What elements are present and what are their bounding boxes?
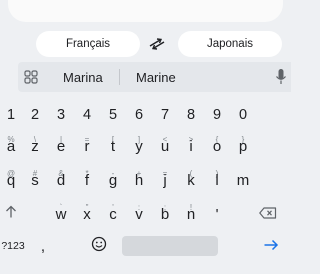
key-y[interactable]: ] y [126,131,152,161]
key-5[interactable]: 5 [100,100,126,130]
key-1[interactable]: 1 [0,100,22,130]
mic-icon[interactable] [275,68,287,86]
source-language-button[interactable]: Français [36,31,140,57]
key-u[interactable]: < u [152,131,178,161]
enter-arrow-icon [263,238,279,255]
key-q[interactable]: @ q [0,165,22,195]
key-r[interactable]: = r [74,131,100,161]
suggestion-divider [119,69,120,85]
key-7[interactable]: 7 [152,100,178,130]
key-a[interactable]: % a [0,131,22,161]
key-d[interactable]: & d [48,165,74,195]
key-c[interactable]: ' c [100,199,126,229]
key-3[interactable]: 3 [48,100,74,130]
key-p[interactable]: } p [230,131,256,161]
translate-panel: Français Japonais [0,0,291,60]
swap-arrows-icon[interactable] [146,33,168,55]
key-b[interactable]: ; b [152,199,178,229]
key-z[interactable]: \ z [22,131,48,161]
suggestion-1[interactable]: Marina [63,70,103,85]
emoji-icon [91,236,107,256]
key-apostrophe[interactable]: ' [204,199,230,229]
backspace-key[interactable] [248,199,288,229]
key-k[interactable]: (k [178,165,204,195]
key-2[interactable]: 2 [22,100,48,130]
key-l[interactable]: ) l [204,165,230,195]
key-i[interactable]: > i [178,131,204,161]
suggestion-2[interactable]: Marine [136,70,176,85]
symbols-key[interactable]: ?123 [0,231,26,261]
key-w[interactable]: ` w [48,199,74,229]
emoji-key[interactable] [86,231,112,261]
key-e[interactable]: | e [48,131,74,161]
grid-menu-icon[interactable] [24,70,38,84]
letter-row-1: % a \ z | e = r [t ] y < u > i {o } p [0,131,291,161]
letter-row-2: @ q # s & d * f -g + h = j (k ) l m [0,165,291,195]
key-t[interactable]: [t [100,131,126,161]
space-bar[interactable] [122,236,218,256]
letter-row-3: ` w " x ' c :v ; b ! n ' [0,199,291,229]
key-o[interactable]: {o [204,131,230,161]
key-8[interactable]: 8 [178,100,204,130]
key-6[interactable]: 6 [126,100,152,130]
key-v[interactable]: :v [126,199,152,229]
key-9[interactable]: 9 [204,100,230,130]
key-h[interactable]: + h [126,165,152,195]
number-row: 1 2 3 4 5 6 7 8 9 0 [0,100,291,130]
shift-key[interactable] [0,199,22,229]
comma-key[interactable]: , [30,231,56,261]
key-s[interactable]: # s [22,165,48,195]
backspace-icon [259,206,277,223]
key-m[interactable]: m [230,165,256,195]
key-g[interactable]: -g [100,165,126,195]
key-0[interactable]: 0 [230,100,256,130]
key-j[interactable]: = j [152,165,178,195]
key-n[interactable]: ! n [178,199,204,229]
suggestion-strip: Marina Marine [18,62,291,92]
key-f[interactable]: * f [74,165,100,195]
enter-key[interactable] [256,231,286,261]
key-x[interactable]: " x [74,199,100,229]
shift-icon [5,205,17,223]
key-4[interactable]: 4 [74,100,100,130]
translate-card [8,0,283,22]
target-language-button[interactable]: Japonais [178,31,282,57]
